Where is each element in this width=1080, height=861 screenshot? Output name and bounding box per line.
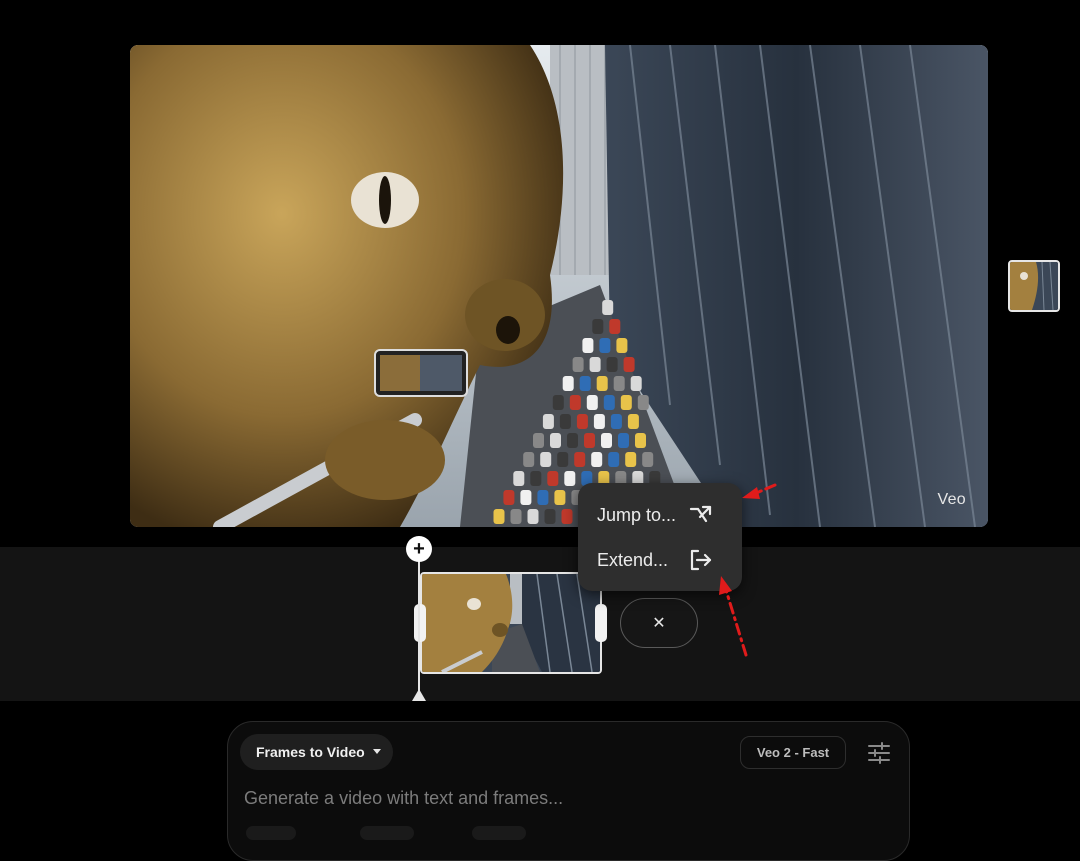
car-shape	[493, 509, 505, 524]
menu-item-jump-to[interactable]: Jump to...	[578, 492, 742, 538]
car-shape	[606, 357, 618, 372]
exit-arrow-icon	[690, 549, 712, 571]
car-shape	[593, 414, 605, 429]
car-shape	[544, 509, 556, 524]
plus-icon: +	[413, 538, 425, 560]
car-shape	[530, 471, 542, 486]
dragon-selfie-image	[130, 45, 988, 527]
sliders-icon	[868, 742, 890, 764]
bottom-toolbar-button[interactable]	[246, 826, 296, 840]
bottom-toolbar-button[interactable]	[360, 826, 414, 840]
car-shape	[586, 395, 598, 410]
car-shape	[609, 319, 621, 334]
car-shape	[642, 452, 654, 467]
car-shape	[602, 300, 614, 315]
car-shape	[591, 452, 603, 467]
clip-action-menu: Jump to... Extend...	[578, 483, 742, 591]
mode-select-label: Frames to Video	[256, 744, 365, 760]
car-shape	[503, 490, 515, 505]
car-shape	[510, 509, 522, 524]
mode-select[interactable]: Frames to Video	[240, 734, 393, 770]
car-shape	[527, 509, 539, 524]
car-shape	[567, 433, 578, 448]
car-shape	[610, 414, 622, 429]
car-shape	[596, 376, 608, 391]
prompt-input[interactable]	[244, 784, 844, 812]
thumbnail-image-icon	[1010, 262, 1058, 310]
bottom-toolbar-button[interactable]	[472, 826, 526, 840]
car-shape	[574, 452, 586, 467]
car-shape	[533, 433, 544, 448]
menu-item-label: Jump to...	[597, 504, 677, 525]
car-shape	[625, 452, 637, 467]
car-shape	[635, 433, 646, 448]
shuffle-arrow-icon	[689, 505, 712, 523]
car-shape	[513, 471, 525, 486]
car-shape	[554, 490, 566, 505]
model-selector[interactable]: Veo 2 - Fast	[740, 736, 846, 769]
car-shape	[589, 357, 601, 372]
car-shape	[561, 509, 573, 524]
car-shape	[523, 452, 535, 467]
car-shape	[623, 357, 635, 372]
menu-item-extend[interactable]: Extend...	[578, 537, 742, 583]
clip-trim-handle-left[interactable]	[414, 604, 426, 642]
car-shape	[550, 433, 561, 448]
car-shape	[579, 376, 591, 391]
video-preview: Veo	[130, 45, 988, 527]
car-shape	[520, 490, 532, 505]
car-shape	[618, 433, 629, 448]
car-shape	[637, 395, 649, 410]
car-shape	[542, 414, 554, 429]
car-shape	[576, 414, 588, 429]
veo-watermark: Veo	[937, 491, 966, 508]
car-shape	[630, 376, 642, 391]
car-shape	[603, 395, 615, 410]
car-shape	[616, 338, 628, 353]
chevron-down-icon	[373, 749, 381, 754]
timeline-clip[interactable]	[420, 572, 602, 674]
car-shape	[584, 433, 595, 448]
clip-trim-handle-right[interactable]	[595, 604, 607, 642]
car-shape	[557, 452, 569, 467]
model-label: Veo 2 - Fast	[756, 745, 830, 760]
add-clip-button[interactable]: +	[406, 536, 432, 562]
frame-thumbnail[interactable]	[1008, 260, 1060, 312]
car-shape	[569, 395, 581, 410]
car-shape	[613, 376, 625, 391]
car-shape	[620, 395, 632, 410]
car-shape	[599, 338, 611, 353]
close-button[interactable]: ✕	[620, 598, 698, 648]
car-shape	[540, 452, 552, 467]
menu-item-label: Extend...	[597, 549, 669, 570]
car-shape	[601, 433, 612, 448]
playhead-marker[interactable]	[412, 689, 426, 701]
car-shape	[627, 414, 639, 429]
car-shape	[552, 395, 564, 410]
playhead-line[interactable]	[418, 548, 420, 696]
car-shape	[592, 319, 604, 334]
settings-button[interactable]	[866, 741, 892, 765]
close-icon: ✕	[652, 615, 666, 632]
car-shape	[572, 357, 584, 372]
video-clip-thumbnail	[422, 574, 600, 672]
car-shape	[537, 490, 549, 505]
car-shape	[608, 452, 620, 467]
car-shape	[547, 471, 559, 486]
car-shape	[562, 376, 574, 391]
car-shape	[559, 414, 571, 429]
car-shape	[582, 338, 594, 353]
car-shape	[564, 471, 576, 486]
